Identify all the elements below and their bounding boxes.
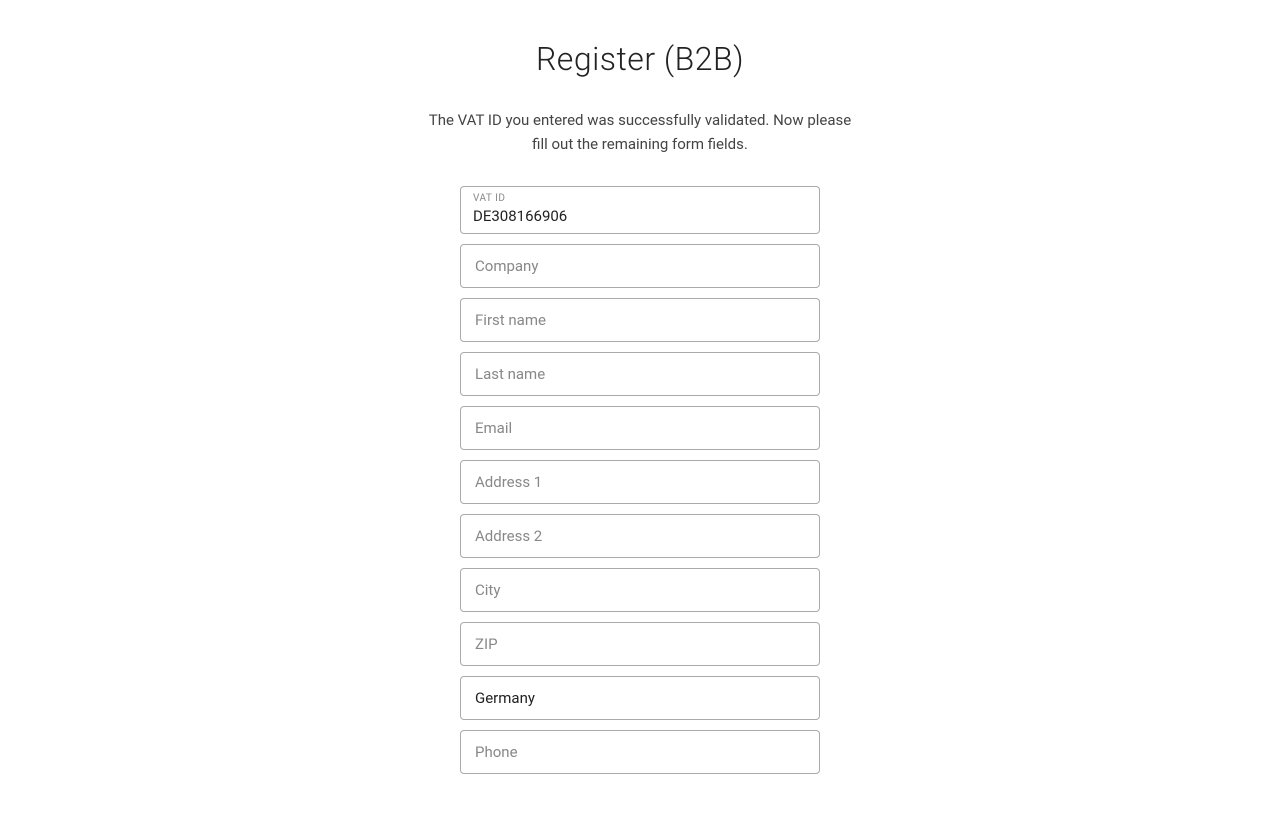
city-input[interactable] (460, 568, 820, 612)
vat-field-wrapper: VAT ID DE308166906 (460, 186, 820, 234)
phone-input[interactable] (460, 730, 820, 774)
first-name-input[interactable] (460, 298, 820, 342)
address2-input[interactable] (460, 514, 820, 558)
subtitle-line2: fill out the remaining form fields. (532, 135, 748, 153)
country-input[interactable] (460, 676, 820, 720)
registration-form: VAT ID DE308166906 (460, 186, 820, 774)
zip-input[interactable] (460, 622, 820, 666)
page-container: Register (B2B) The VAT ID you entered wa… (0, 0, 1280, 834)
vat-value: DE308166906 (473, 207, 567, 225)
company-input[interactable] (460, 244, 820, 288)
subtitle: The VAT ID you entered was successfully … (429, 108, 851, 156)
email-input[interactable] (460, 406, 820, 450)
subtitle-line1: The VAT ID you entered was successfully … (429, 111, 851, 129)
vat-label: VAT ID (473, 193, 807, 204)
last-name-input[interactable] (460, 352, 820, 396)
address1-input[interactable] (460, 460, 820, 504)
page-title: Register (B2B) (536, 40, 744, 78)
